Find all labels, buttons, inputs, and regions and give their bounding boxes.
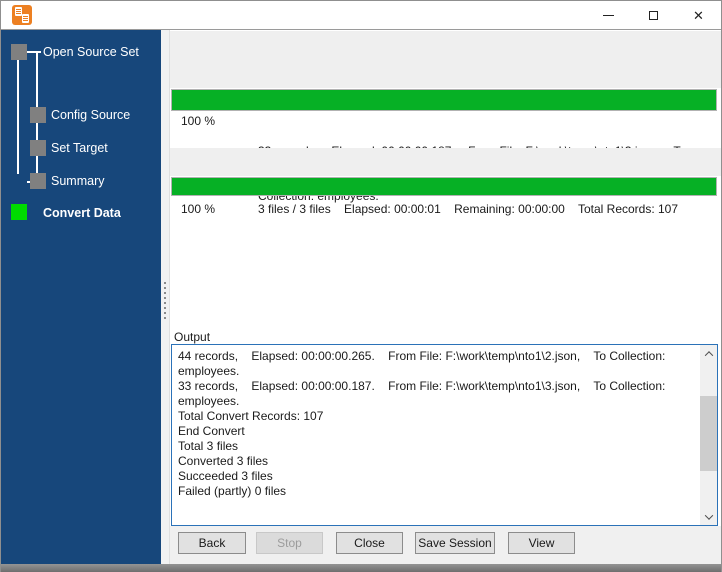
step-marker-icon (30, 140, 46, 156)
minimize-button[interactable] (586, 1, 631, 29)
step-label: Convert Data (43, 206, 121, 220)
chevron-down-icon (704, 510, 713, 520)
output-log-text: 44 records, Elapsed: 00:00:00.265. From … (172, 345, 700, 525)
log-line: 33 records, Elapsed: 00:00:00.187. From … (178, 379, 666, 393)
view-button[interactable]: View (508, 532, 575, 554)
action-button-bar: Back Stop Close Save Session View (170, 526, 721, 564)
total-progress-text-row: 100 % 3 files / 3 files Elapsed: 00:00:0… (170, 202, 717, 217)
chevron-up-icon (704, 350, 713, 360)
total-progress-percent: 100 % (181, 202, 216, 216)
log-line: Converted 3 files (178, 454, 269, 468)
title-bar: ✕ (1, 1, 721, 30)
maximize-button[interactable] (631, 1, 676, 29)
output-scrollbar[interactable] (700, 345, 717, 525)
log-line: Total Convert Records: 107 (178, 409, 324, 423)
log-line: 44 records, Elapsed: 00:00:00.265. From … (178, 349, 666, 363)
log-line: employees. (178, 364, 240, 378)
output-log-box[interactable]: 44 records, Elapsed: 00:00:00.265. From … (171, 344, 718, 526)
log-line: Failed (partly) 0 files (178, 484, 287, 498)
sidebar-step-config-source[interactable]: Config Source (1, 107, 161, 123)
log-line: Total 3 files (178, 439, 239, 453)
step-marker-icon (11, 44, 27, 60)
scrollbar-thumb[interactable] (700, 396, 717, 471)
sidebar-step-convert-data[interactable]: Convert Data (1, 174, 161, 220)
step-label: Open Source Set (43, 45, 139, 59)
file-progress-bar (171, 89, 717, 111)
log-line: End Convert (178, 424, 245, 438)
window-controls: ✕ (586, 1, 721, 29)
scroll-up-button[interactable] (700, 345, 717, 362)
sidebar-step-open-source-set[interactable]: Open Source Set (1, 44, 161, 60)
wizard-sidebar: Open Source Set Config Source Set Target… (1, 30, 161, 564)
sidebar-splitter[interactable] (161, 30, 170, 564)
close-dialog-button[interactable]: Close (336, 532, 403, 554)
step-label: Set Target (51, 141, 108, 155)
file-progress-panel (170, 31, 721, 88)
log-line: Succeeded 3 files (178, 469, 273, 483)
window-body: Open Source Set Config Source Set Target… (1, 30, 721, 564)
minimize-icon (603, 14, 614, 16)
window-bottom-edge (1, 564, 721, 572)
total-progress-bar (171, 177, 717, 196)
convert-panel: 100 % 33 records, Elapsed: 00:00:00.187.… (170, 30, 721, 564)
app-window: ✕ Open Source Set Config Source Set Targ… (0, 0, 722, 572)
close-button[interactable]: ✕ (676, 1, 721, 29)
log-line: employees. (178, 394, 240, 408)
maximize-icon (649, 10, 658, 20)
step-marker-active-icon (11, 204, 27, 220)
source-file-icon (15, 7, 22, 16)
step-label: Config Source (51, 108, 131, 122)
save-session-button[interactable]: Save Session (415, 532, 495, 554)
output-label: Output (174, 330, 211, 344)
sidebar-step-set-target[interactable]: Set Target (1, 140, 161, 156)
splitter-grip-icon (164, 282, 166, 320)
stop-button: Stop (256, 532, 323, 554)
total-progress-panel (170, 148, 721, 176)
scroll-down-button[interactable] (700, 508, 717, 525)
total-progress-detail: 3 files / 3 files Elapsed: 00:00:01 Rema… (258, 202, 679, 216)
step-marker-icon (30, 107, 46, 123)
close-icon: ✕ (693, 7, 704, 23)
back-button[interactable]: Back (178, 532, 246, 554)
target-file-icon (22, 14, 29, 23)
app-icon (12, 5, 32, 25)
